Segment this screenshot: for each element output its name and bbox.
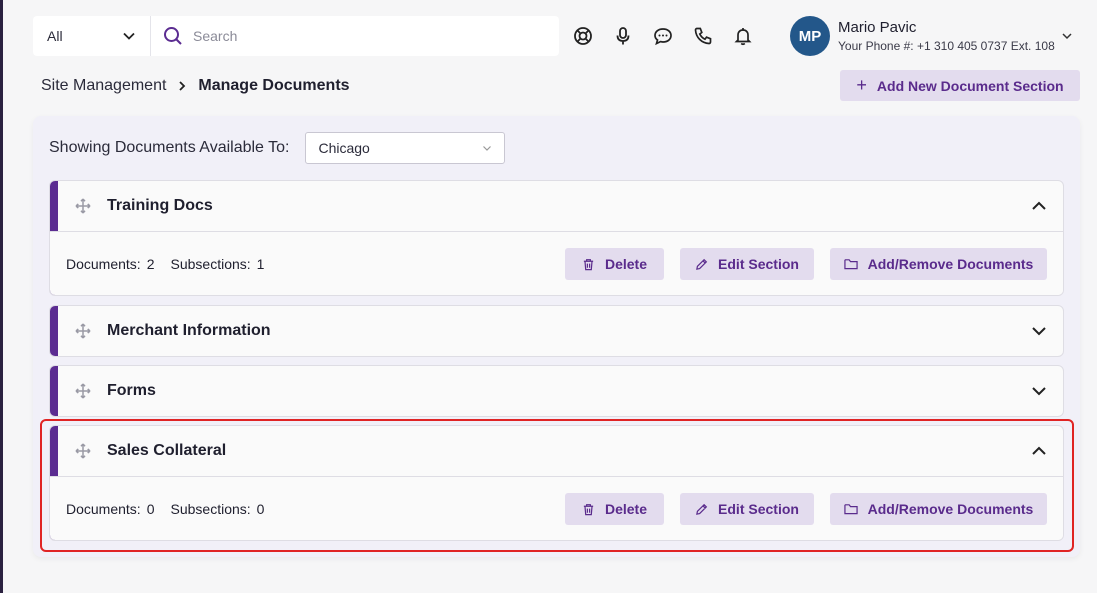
section-sales-collateral: Sales Collateral Documents: 0 Subsections… [49, 425, 1064, 541]
chat-icon[interactable] [653, 26, 673, 46]
section-header[interactable]: Merchant Information [50, 306, 1063, 356]
location-select-value: Chicago [318, 140, 370, 156]
documents-count: Documents: 0 [66, 501, 155, 517]
pencil-icon [696, 258, 708, 270]
add-remove-documents-button[interactable]: Add/Remove Documents [830, 248, 1047, 280]
section-header[interactable]: Forms [50, 366, 1063, 416]
search-group: All [33, 16, 559, 56]
toolbar-icons [573, 16, 753, 56]
avatar[interactable]: MP [790, 16, 830, 56]
top-bar: All MP Mario Pavic Your Phone #: +1 310 … [33, 16, 1097, 56]
subsections-label: Subsections: [170, 255, 251, 272]
add-remove-documents-button[interactable]: Add/Remove Documents [830, 493, 1047, 525]
search-filter-select[interactable]: All [33, 16, 151, 56]
documents-value: 0 [146, 500, 155, 517]
bell-icon[interactable] [733, 26, 753, 46]
section-header[interactable]: Sales Collateral [50, 426, 1063, 476]
breadcrumb: Site Management Manage Documents [41, 77, 350, 95]
trash-icon [583, 503, 594, 515]
drag-handle-icon[interactable] [75, 383, 91, 399]
delete-label: Delete [604, 256, 648, 272]
subsections-count: Subsections: 1 [171, 256, 265, 272]
section-merchant-information: Merchant Information [49, 305, 1064, 357]
section-actions: Delete Edit Section Add/Remove Documents [565, 248, 1047, 280]
section-body: Documents: 0 Subsections: 0 Delete Edit Se… [50, 476, 1063, 540]
add-new-document-section-label: Add New Document Section [876, 77, 1064, 94]
chevron-up-icon[interactable] [1029, 196, 1049, 216]
documents-label: Documents: [66, 500, 141, 517]
user-name: Mario Pavic [838, 19, 917, 36]
lifebuoy-icon[interactable] [573, 26, 593, 46]
section-title: Merchant Information [107, 322, 271, 339]
chevron-down-icon [123, 32, 135, 40]
subsections-value: 1 [256, 255, 265, 272]
chevron-down-icon[interactable] [1061, 30, 1073, 42]
chevron-up-icon[interactable] [1029, 441, 1049, 461]
edit-section-label: Edit Section [718, 501, 799, 517]
section-forms: Forms [49, 365, 1064, 417]
user-menu[interactable]: MP Mario Pavic Your Phone #: +1 310 405 … [790, 16, 1073, 56]
add-remove-documents-label: Add/Remove Documents [867, 256, 1034, 272]
breadcrumb-site-management[interactable]: Site Management [41, 77, 166, 95]
location-select[interactable]: Chicago [305, 132, 506, 164]
edit-section-button[interactable]: Edit Section [680, 493, 814, 525]
delete-label: Delete [604, 501, 648, 517]
documents-count: Documents: 2 [66, 256, 155, 272]
drag-handle-icon[interactable] [75, 443, 91, 459]
add-remove-documents-label: Add/Remove Documents [867, 501, 1034, 517]
user-phone: Your Phone #: +1 310 405 0737 Ext. 108 [838, 39, 1055, 53]
documents-value: 2 [146, 255, 155, 272]
phone-icon[interactable] [693, 26, 713, 46]
section-body: Documents: 2 Subsections: 1 Delete Edit Se… [50, 231, 1063, 295]
microphone-icon[interactable] [613, 26, 633, 46]
search-box [151, 16, 559, 56]
chevron-down-icon[interactable] [1029, 381, 1049, 401]
edit-section-button[interactable]: Edit Section [680, 248, 814, 280]
folder-icon [843, 259, 858, 270]
subsections-count: Subsections: 0 [171, 501, 265, 517]
section-title: Training Docs [107, 197, 213, 214]
page-title: Manage Documents [198, 77, 350, 94]
section-actions: Delete Edit Section Add/Remove Documents [565, 493, 1047, 525]
subsections-label: Subsections: [170, 500, 251, 517]
chevron-down-icon[interactable] [1029, 321, 1049, 341]
documents-panel: Showing Documents Available To: Chicago … [33, 116, 1080, 557]
pencil-icon [696, 503, 708, 515]
drag-handle-icon[interactable] [75, 198, 91, 214]
drag-handle-icon[interactable] [75, 323, 91, 339]
availability-label: Showing Documents Available To: [49, 139, 290, 156]
section-training-docs: Training Docs Documents: 2 Subsections: 1 … [49, 180, 1064, 296]
section-header[interactable]: Training Docs [50, 181, 1063, 231]
user-info: Mario Pavic Your Phone #: +1 310 405 073… [838, 19, 1055, 53]
chevron-right-icon [176, 80, 188, 92]
delete-button[interactable]: Delete [565, 248, 664, 280]
availability-filter: Showing Documents Available To: Chicago [49, 132, 506, 164]
search-icon [164, 27, 182, 45]
left-rail [0, 0, 3, 593]
section-title: Sales Collateral [107, 442, 227, 459]
search-input[interactable] [193, 28, 533, 44]
edit-section-label: Edit Section [718, 256, 799, 272]
search-filter-value: All [47, 28, 63, 44]
subsections-value: 0 [256, 500, 265, 517]
folder-icon [843, 504, 858, 515]
trash-icon [583, 258, 594, 270]
documents-label: Documents: [66, 255, 141, 272]
section-title: Forms [107, 382, 156, 399]
add-new-document-section-button[interactable]: + Add New Document Section [840, 70, 1080, 101]
delete-button[interactable]: Delete [565, 493, 664, 525]
chevron-down-icon [483, 146, 492, 151]
plus-icon: + [856, 75, 867, 95]
